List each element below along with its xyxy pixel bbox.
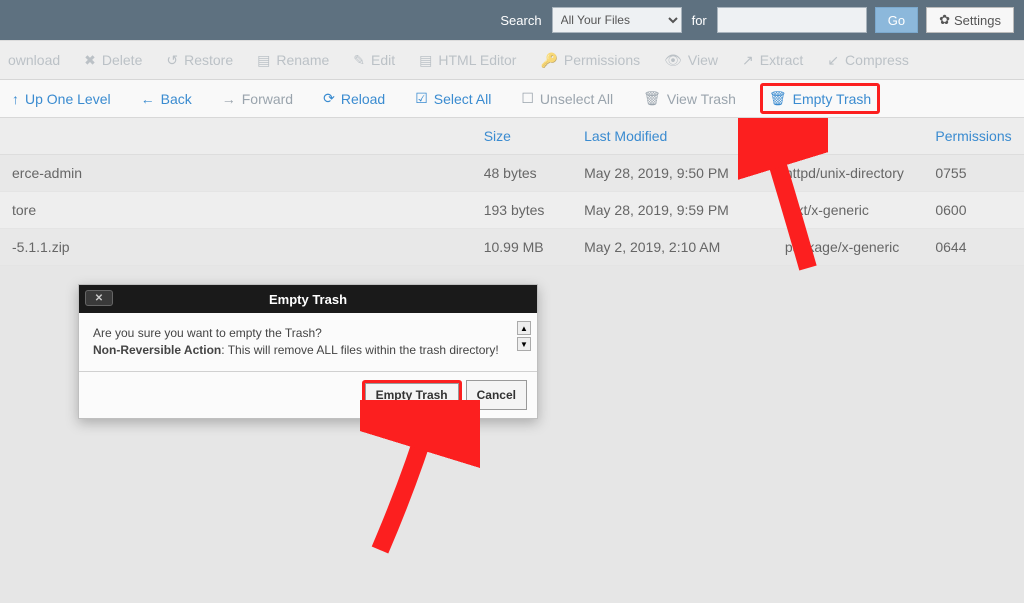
arrow-up-icon: ↑ (12, 91, 19, 107)
dialog-question: Are you sure you want to empty the Trash… (93, 325, 523, 342)
reload-button[interactable]: ⟳Reload (317, 86, 391, 111)
eye-icon: 👁 (664, 52, 682, 69)
table-header-row: Size Last Modified Type Permissions (0, 118, 1024, 155)
dialog-titlebar[interactable]: ✕ Empty Trash (79, 285, 537, 313)
delete-action[interactable]: ✖Delete (84, 52, 142, 69)
html-editor-action[interactable]: ▤HTML Editor (419, 52, 516, 69)
trash-icon: 🗑 (769, 90, 787, 107)
permissions-action[interactable]: 🔑Permissions (540, 52, 640, 69)
dialog-footer: Empty Trash Cancel (79, 371, 537, 418)
x-icon: ✖ (84, 52, 96, 69)
arrow-left-icon: ← (141, 91, 155, 107)
back-button[interactable]: ←Back (135, 87, 198, 111)
edit-action[interactable]: ✎Edit (353, 52, 395, 69)
extract-action[interactable]: ↗Extract (742, 52, 803, 69)
dialog-warning: Non-Reversible Action: This will remove … (93, 342, 523, 359)
view-trash-button[interactable]: 🗑View Trash (637, 86, 742, 111)
col-permissions[interactable]: Permissions (923, 118, 1024, 155)
rename-action[interactable]: ▤Rename (257, 52, 329, 69)
trash-icon: 🗑 (643, 90, 661, 107)
compress-icon: ↙ (827, 52, 839, 69)
scroll-up-icon[interactable]: ▲ (517, 321, 531, 335)
col-size[interactable]: Size (472, 118, 572, 155)
action-toolbar: ownload ✖Delete ↺Restore ▤Rename ✎Edit ▤… (0, 40, 1024, 80)
download-action[interactable]: ownload (8, 52, 60, 68)
go-button[interactable]: Go (875, 7, 918, 33)
unselect-all-button[interactable]: ☐Unselect All (515, 86, 619, 111)
compress-action[interactable]: ↙Compress (827, 52, 909, 69)
settings-label: Settings (954, 13, 1001, 28)
search-scope-select[interactable]: All Your Files (552, 7, 682, 33)
nav-toolbar: ↑Up One Level ←Back →Forward ⟳Reload ☑Se… (0, 80, 1024, 118)
forward-button[interactable]: →Forward (216, 87, 299, 111)
close-icon[interactable]: ✕ (85, 290, 113, 306)
dialog-scroll: ▲ ▼ (517, 321, 531, 351)
key-icon: 🔑 (540, 52, 557, 69)
view-action[interactable]: 👁View (664, 52, 718, 69)
table-row[interactable]: tore 193 bytes May 28, 2019, 9:59 PM tex… (0, 192, 1024, 229)
empty-trash-dialog: ✕ Empty Trash Are you sure you want to e… (78, 284, 538, 419)
pencil-icon: ✎ (353, 52, 365, 69)
dialog-title: Empty Trash (269, 292, 347, 307)
search-for-label: for (692, 13, 707, 28)
col-last-modified[interactable]: Last Modified (572, 118, 773, 155)
restore-action[interactable]: ↺Restore (166, 52, 233, 69)
col-name[interactable] (0, 118, 472, 155)
annotation-arrow-confirm-button (360, 400, 480, 560)
empty-checkbox-icon: ☐ (521, 90, 534, 107)
extract-icon: ↗ (742, 52, 754, 69)
up-one-level[interactable]: ↑Up One Level (6, 87, 117, 111)
table-row[interactable]: -5.1.1.zip 10.99 MB May 2, 2019, 2:10 AM… (0, 229, 1024, 266)
search-bar: Search All Your Files for Go ✿ Settings (0, 0, 1024, 40)
scroll-down-icon[interactable]: ▼ (517, 337, 531, 351)
document-icon: ▤ (419, 52, 432, 69)
table-row[interactable]: erce-admin 48 bytes May 28, 2019, 9:50 P… (0, 155, 1024, 192)
select-all-button[interactable]: ☑Select All (409, 86, 497, 111)
document-icon: ▤ (257, 52, 270, 69)
gear-icon: ✿ (939, 12, 950, 28)
dialog-body: Are you sure you want to empty the Trash… (79, 313, 537, 371)
reload-icon: ⟳ (323, 90, 335, 107)
checkbox-icon: ☑ (415, 90, 428, 107)
undo-icon: ↺ (166, 52, 178, 69)
file-table: Size Last Modified Type Permissions erce… (0, 118, 1024, 266)
cancel-button[interactable]: Cancel (466, 380, 527, 410)
col-type[interactable]: Type (773, 118, 924, 155)
confirm-empty-trash-button[interactable]: Empty Trash (365, 383, 459, 407)
search-input[interactable] (717, 7, 867, 33)
settings-button[interactable]: ✿ Settings (926, 7, 1014, 33)
arrow-right-icon: → (222, 91, 236, 107)
search-label: Search (500, 13, 541, 28)
empty-trash-button[interactable]: 🗑Empty Trash (760, 83, 880, 114)
